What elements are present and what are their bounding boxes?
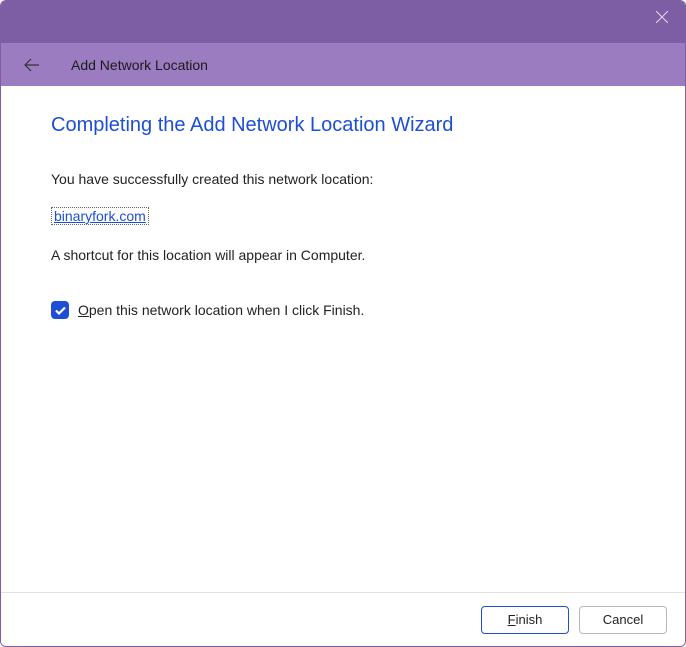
footer-bar: Finish Cancel [1, 592, 685, 646]
checkbox-hotkey: O [78, 302, 89, 318]
arrow-left-icon [24, 58, 40, 72]
finish-hotkey: F [508, 612, 516, 627]
open-location-checkbox-row: Open this network location when I click … [51, 301, 635, 319]
open-location-checkbox[interactable] [51, 301, 69, 319]
back-button[interactable] [23, 56, 41, 74]
close-icon [656, 11, 668, 23]
finish-text: inish [516, 612, 543, 627]
checkbox-text: pen this network location when I click F… [89, 302, 364, 318]
success-message: You have successfully created this netwo… [51, 171, 635, 187]
open-location-checkbox-label[interactable]: Open this network location when I click … [78, 302, 364, 318]
content-area: Completing the Add Network Location Wiza… [1, 86, 685, 592]
window-title: Add Network Location [71, 57, 208, 73]
titlebar-top [1, 1, 685, 43]
cancel-button[interactable]: Cancel [579, 606, 667, 634]
location-link[interactable]: binaryfork.com [51, 207, 149, 225]
wizard-window: Add Network Location Completing the Add … [0, 0, 686, 647]
page-heading: Completing the Add Network Location Wiza… [51, 114, 635, 137]
shortcut-message: A shortcut for this location will appear… [51, 247, 635, 263]
check-icon [55, 306, 66, 315]
close-button[interactable] [639, 1, 685, 33]
finish-button[interactable]: Finish [481, 606, 569, 634]
titlebar-sub: Add Network Location [1, 43, 685, 86]
